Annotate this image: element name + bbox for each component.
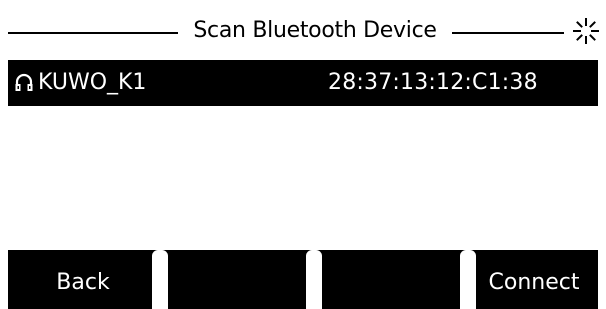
page-title: Scan Bluetooth Device [193,18,437,43]
device-list: KUWO_K1 28:37:13:12:C1:38 [0,58,606,248]
device-name: KUWO_K1 [38,70,147,95]
device-mac-address: 28:37:13:12:C1:38 [328,70,538,95]
loading-spinner-icon [572,17,600,45]
phone-screen: Scan Bluetooth Device KUWO_K1 28:37:13:1… [0,0,606,309]
softkey-label: Back [56,270,110,295]
title-divider-right [452,32,564,34]
softkey-bar: Back Connect [0,250,606,309]
back-button[interactable]: Back [8,250,158,309]
title-bar: Scan Bluetooth Device [0,0,606,58]
connect-button[interactable]: Connect [470,250,598,309]
softkey-3-button[interactable] [316,250,466,309]
title-divider-left [8,32,178,34]
softkey-label: Connect [488,270,580,295]
softkey-2-button[interactable] [162,250,312,309]
headset-icon [14,73,34,93]
list-item[interactable]: KUWO_K1 28:37:13:12:C1:38 [8,60,598,106]
